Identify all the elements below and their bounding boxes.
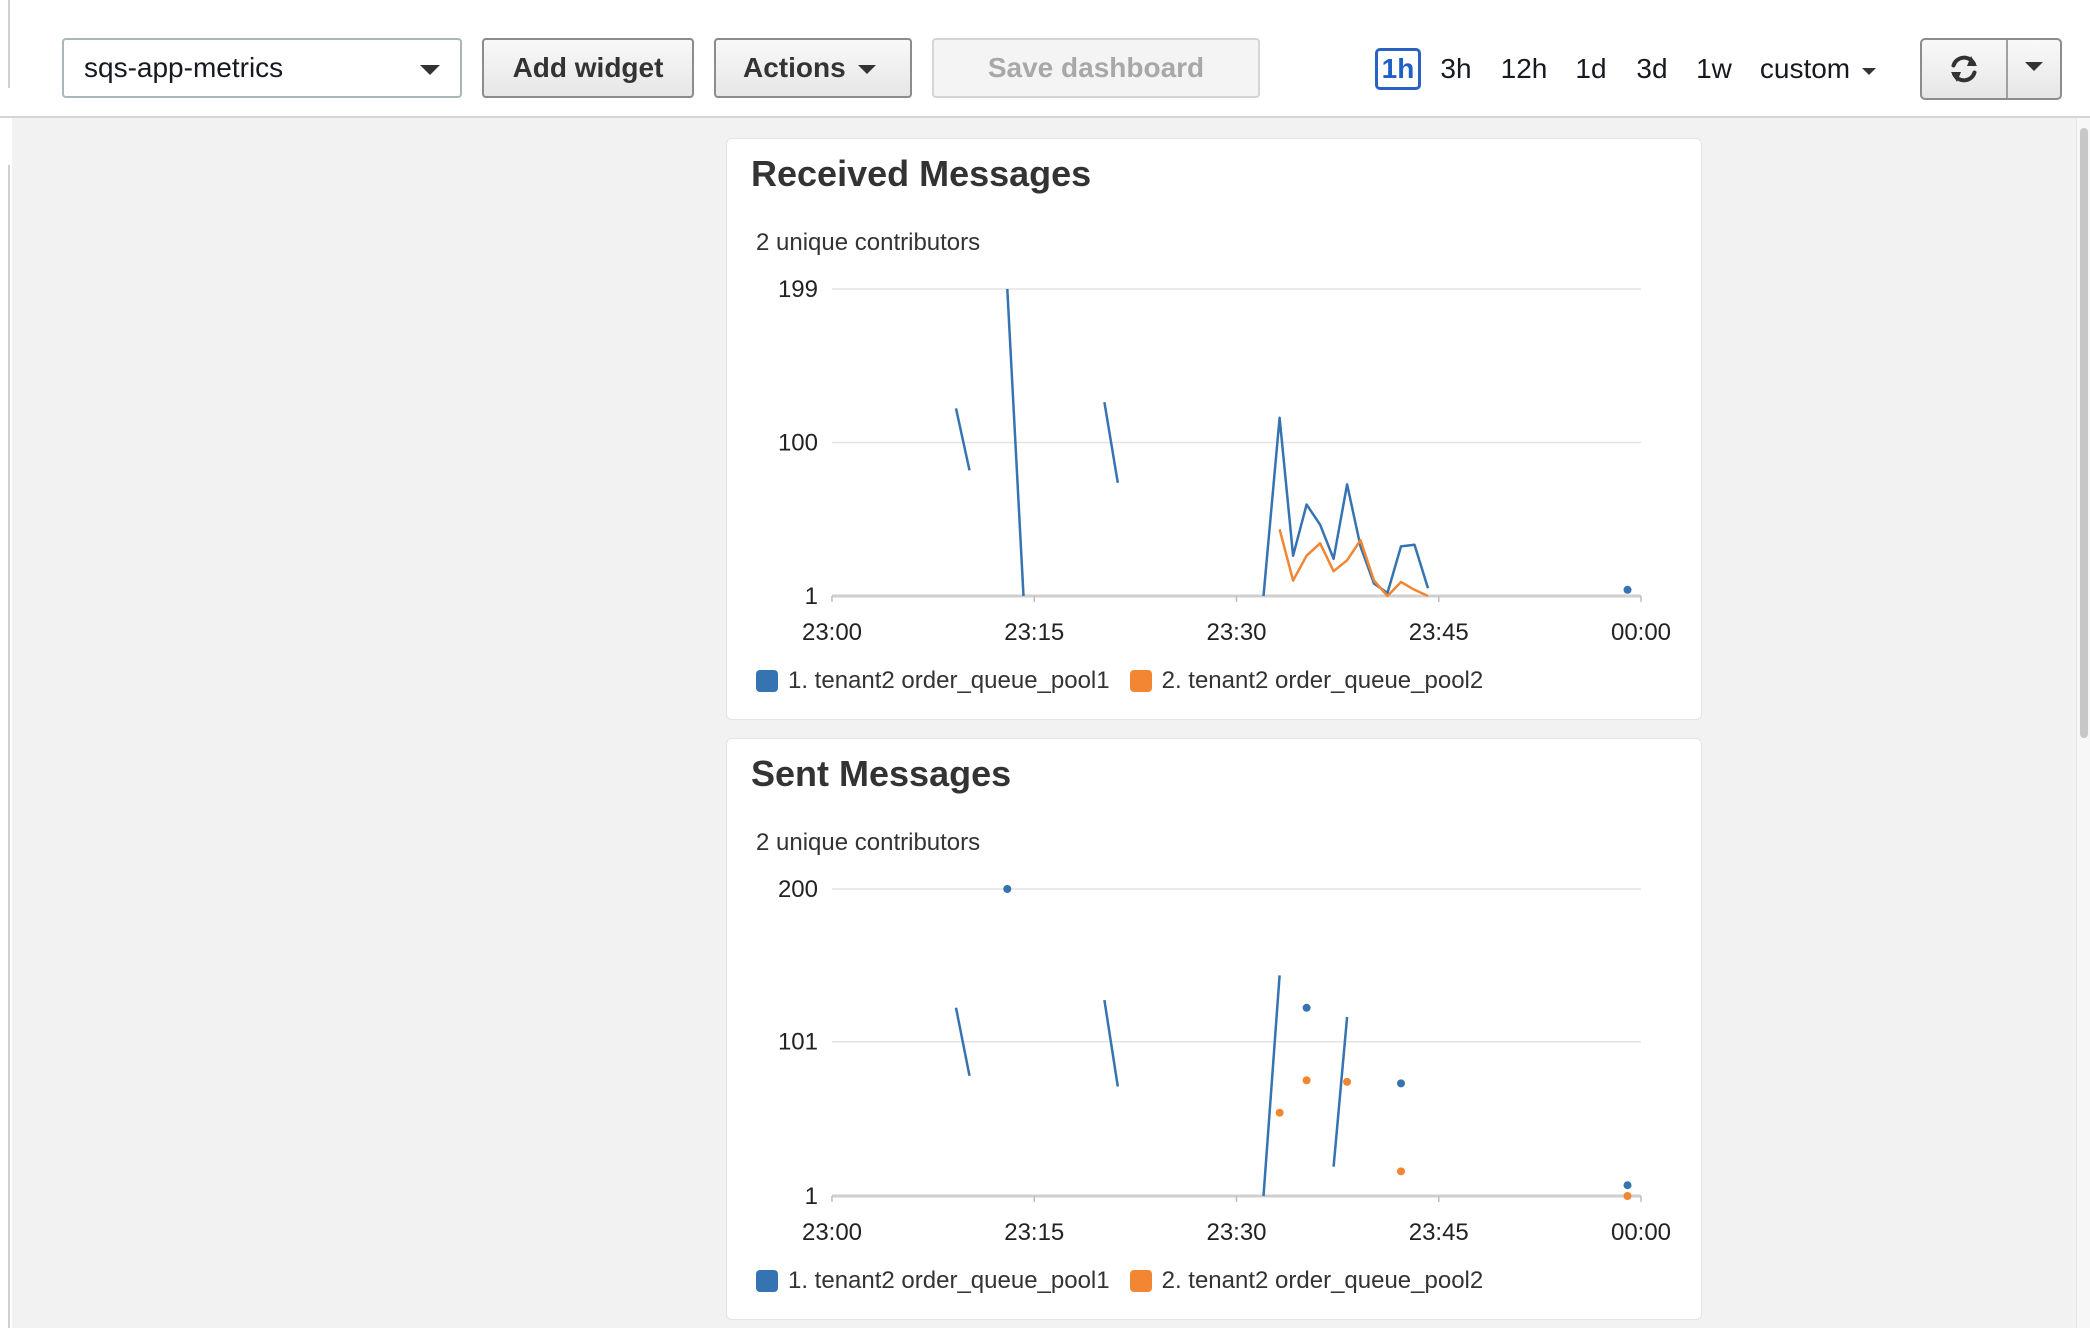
legend-swatch [1129, 1270, 1152, 1292]
range-custom-label: custom [1759, 53, 1851, 84]
save-dashboard-button[interactable]: Save dashboard [932, 38, 1260, 98]
series-point-1[interactable] [1623, 585, 1632, 594]
refresh-options-button[interactable] [2008, 40, 2060, 98]
dashboard-select-value: sqs-app-metrics [84, 52, 284, 83]
chevron-down-icon [1862, 67, 1877, 75]
series-line-1[interactable] [1262, 975, 1281, 1197]
x-tick-label: 23:00 [802, 1219, 862, 1246]
refresh-button-group [1920, 38, 2062, 100]
chevron-down-icon [420, 65, 440, 75]
dashboard-toolbar: sqs-app-metrics Add widget Actions Save … [0, 0, 2090, 118]
x-tick-label: 23:00 [802, 619, 862, 646]
x-tick-label: 00:00 [1611, 619, 1671, 646]
y-tick-label: 100 [778, 430, 818, 457]
chart-legend: 1. tenant2 order_queue_pool1 2. tenant2 … [756, 1267, 1503, 1295]
range-1d[interactable]: 1d [1572, 48, 1610, 90]
legend-label: 2. tenant2 order_queue_pool2 [1161, 1267, 1484, 1294]
series-point-2[interactable] [1343, 1077, 1352, 1086]
widget-received-messages[interactable]: Received Messages 2 unique contributors … [726, 138, 1702, 720]
dashboard-select[interactable]: sqs-app-metrics [62, 38, 462, 98]
legend-item[interactable]: 2. tenant2 order_queue_pool2 [1129, 1267, 1484, 1295]
y-tick-label: 101 [778, 1029, 818, 1056]
actions-label: Actions [743, 52, 846, 83]
range-3h[interactable]: 3h [1436, 48, 1476, 90]
x-tick-label: 23:30 [1206, 1219, 1266, 1246]
legend-label: 2. tenant2 order_queue_pool2 [1161, 667, 1484, 694]
legend-swatch [756, 670, 778, 692]
legend-swatch [1129, 670, 1152, 692]
legend-item[interactable]: 1. tenant2 order_queue_pool1 [756, 667, 1110, 695]
range-1h[interactable]: 1h [1375, 48, 1421, 90]
x-tick-label: 23:30 [1206, 619, 1266, 646]
actions-button[interactable]: Actions [714, 38, 912, 98]
series-point-2[interactable] [1275, 1108, 1284, 1117]
series-point-2[interactable] [1302, 1076, 1311, 1085]
refresh-button[interactable] [1922, 40, 2008, 98]
legend-item[interactable]: 1. tenant2 order_queue_pool1 [756, 1267, 1110, 1295]
chart-legend: 1. tenant2 order_queue_pool1 2. tenant2 … [756, 667, 1503, 695]
series-point-1[interactable] [1623, 1181, 1632, 1190]
series-line-1[interactable] [1103, 999, 1120, 1087]
range-1w[interactable]: 1w [1692, 48, 1736, 90]
chevron-down-icon [2025, 62, 2043, 71]
scrollbar-thumb[interactable] [2080, 128, 2088, 738]
series-line-1[interactable] [1332, 1016, 1349, 1167]
range-custom[interactable]: custom [1755, 48, 1881, 90]
series-point-1[interactable] [1396, 1079, 1405, 1088]
sent-messages-chart: 1 101 200 23:00 23:15 23:30 23:45 00:00 [778, 876, 1671, 1246]
y-tick-label: 200 [778, 876, 818, 903]
y-tick-label: 1 [805, 1183, 818, 1210]
legend-swatch [756, 1270, 778, 1292]
x-tick-label: 23:45 [1409, 619, 1469, 646]
range-3d[interactable]: 3d [1632, 48, 1672, 90]
side-panel-edge [0, 165, 10, 1328]
chevron-down-icon [858, 65, 876, 74]
y-tick-label: 1 [805, 583, 818, 610]
y-tick-label: 199 [778, 276, 818, 303]
x-tick-label: 23:15 [1004, 619, 1064, 646]
received-messages-chart: 1 100 199 23:00 23:15 23:30 23:45 00:00 [778, 276, 1671, 646]
x-tick-label: 00:00 [1611, 1219, 1671, 1246]
series-point-1[interactable] [1003, 885, 1012, 893]
side-panel-edge [0, 0, 10, 88]
legend-label: 1. tenant2 order_queue_pool1 [788, 667, 1110, 694]
series-point-2[interactable] [1396, 1167, 1405, 1176]
x-tick-label: 23:45 [1409, 1219, 1469, 1246]
series-line-1[interactable] [954, 408, 971, 471]
legend-item[interactable]: 2. tenant2 order_queue_pool2 [1129, 667, 1484, 695]
range-12h[interactable]: 12h [1496, 48, 1552, 90]
add-widget-button[interactable]: Add widget [482, 38, 694, 98]
x-tick-label: 23:15 [1004, 1219, 1064, 1246]
refresh-icon [1951, 55, 1977, 83]
series-line-1[interactable] [1262, 416, 1430, 597]
legend-label: 1. tenant2 order_queue_pool1 [788, 1267, 1110, 1294]
series-line-2[interactable] [1278, 528, 1429, 598]
widget-sent-messages[interactable]: Sent Messages 2 unique contributors 1 101… [726, 738, 1702, 1320]
series-point-1[interactable] [1302, 1003, 1311, 1012]
series-point-2[interactable] [1623, 1192, 1632, 1200]
